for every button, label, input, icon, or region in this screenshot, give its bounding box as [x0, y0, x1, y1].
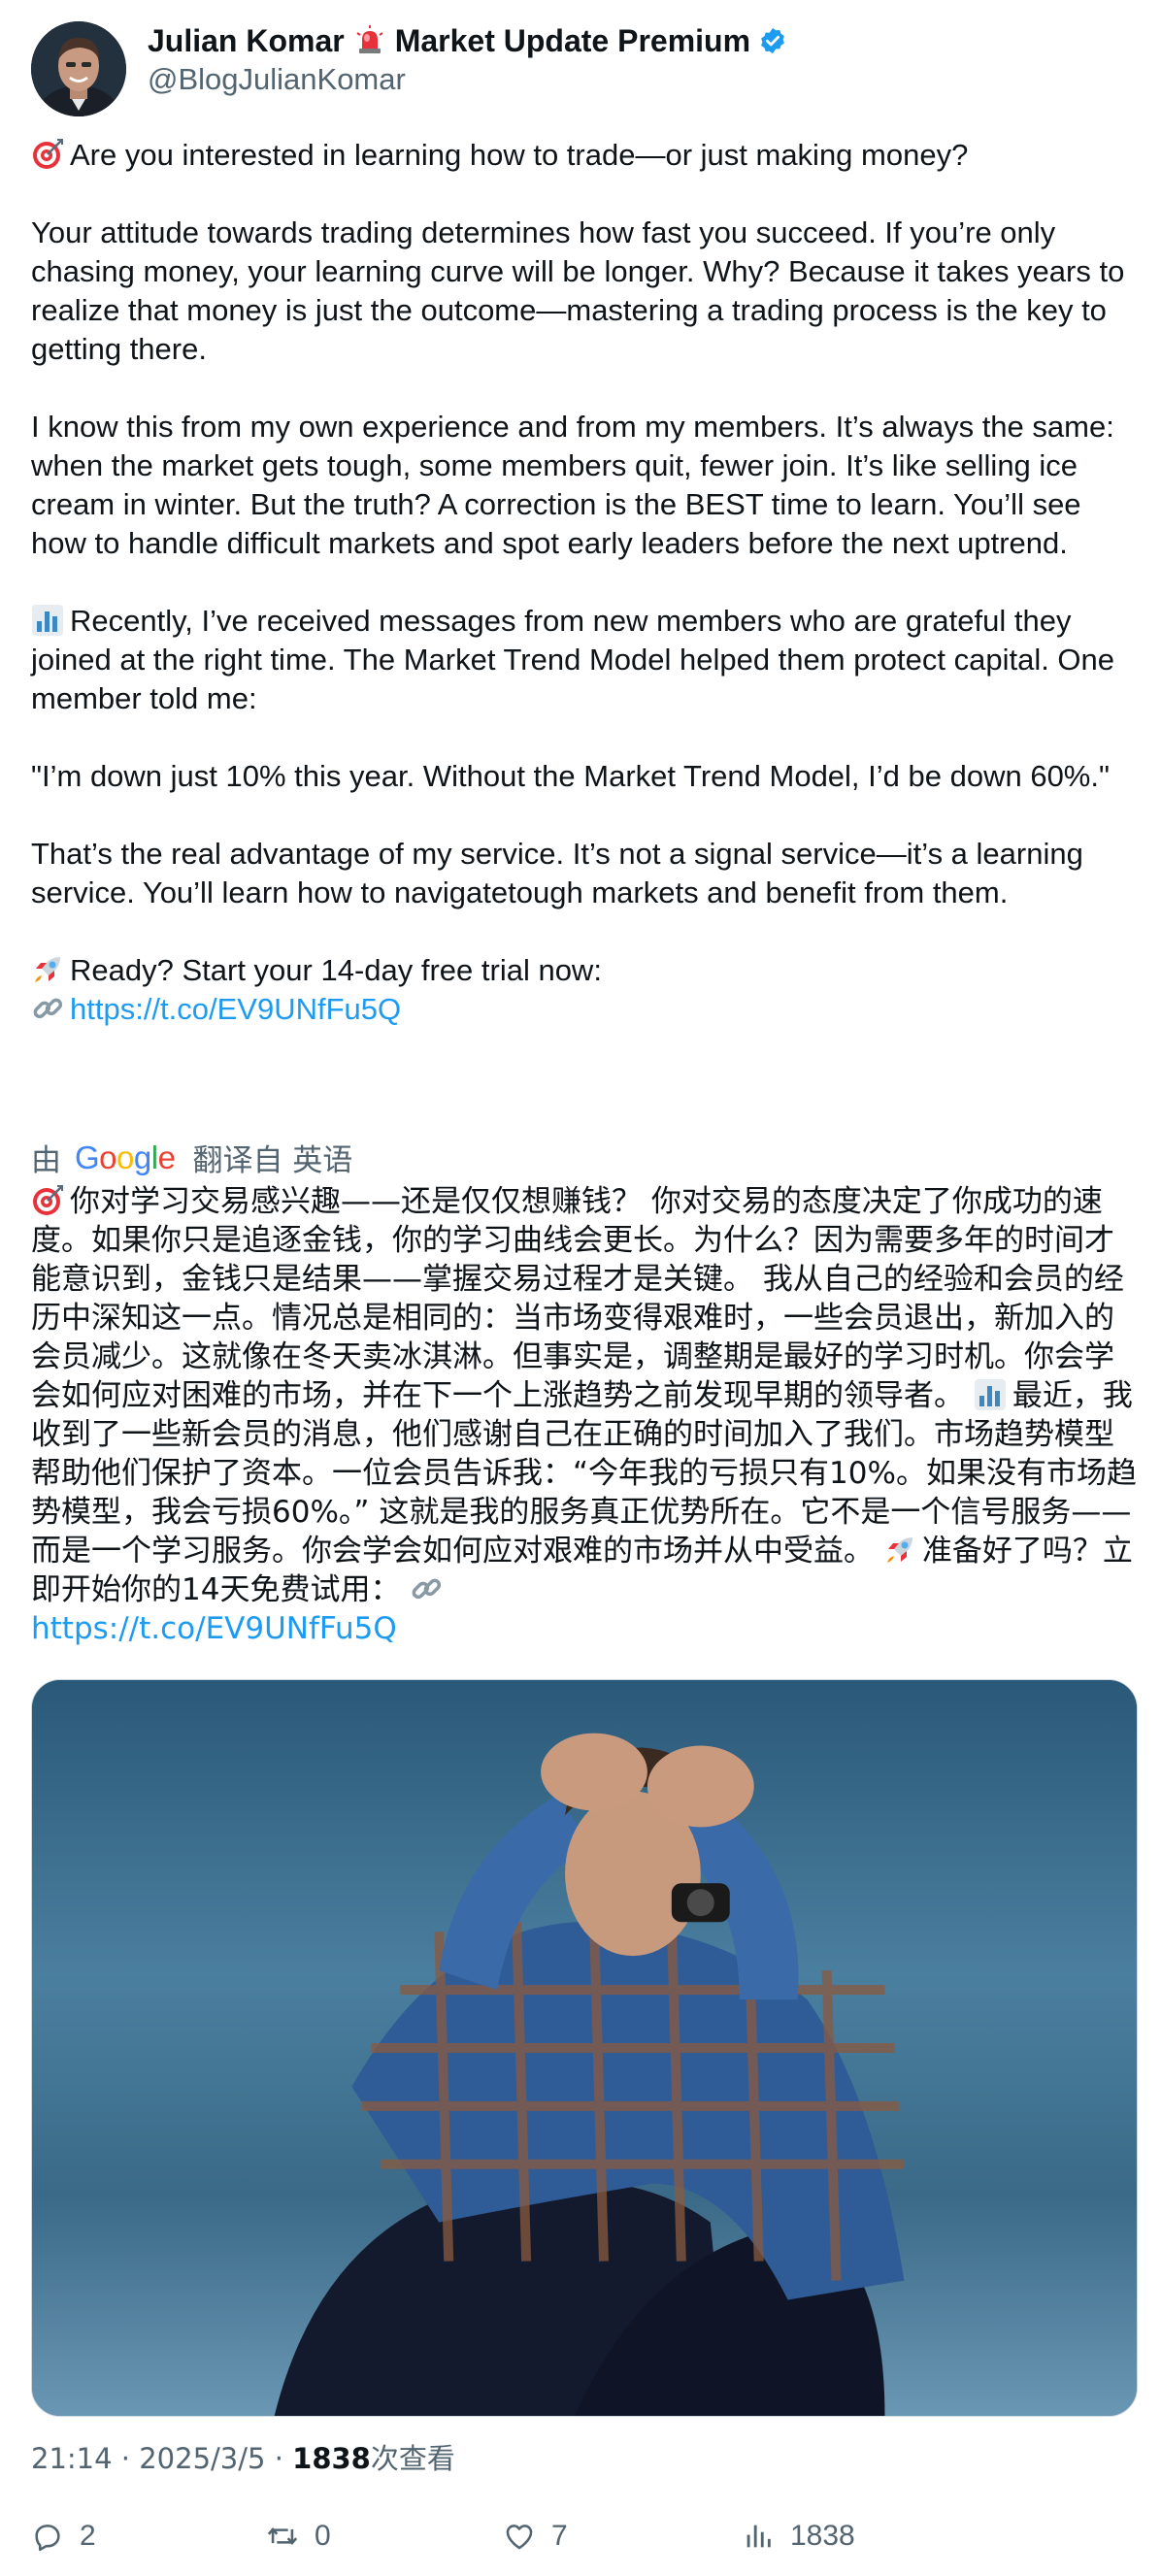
retweet-button[interactable]: 0: [266, 2520, 331, 2553]
tweet-link-line: https://t.co/EV9UNfFu5Q: [31, 990, 1138, 1029]
retweet-icon: [267, 2526, 298, 2546]
author-info: Julian Komar Market Update Premium @Blog…: [148, 21, 787, 99]
like-count: 7: [551, 2520, 568, 2552]
translated-text-part1: 你对学习交易感兴趣——还是仅仅想赚钱？ 你对交易的态度决定了你成功的速度。如果你…: [31, 1184, 1124, 1413]
link-icon: [412, 1578, 442, 1600]
tweet-body: Are you interested in learning how to tr…: [31, 136, 1138, 1029]
rocket-icon: [35, 957, 60, 982]
tweet-page: Julian Komar Market Update Premium @Blog…: [0, 0, 1161, 2576]
avatar[interactable]: [31, 21, 126, 116]
author-handle[interactable]: @BlogJulianKomar: [148, 60, 787, 99]
display-name-part1: Julian Komar: [148, 23, 345, 58]
like-button[interactable]: 7: [503, 2520, 568, 2553]
bar-chart-icon: [974, 1379, 1006, 1410]
link-icon: [33, 998, 63, 1019]
tweet-paragraph: "I’m down just 10% this year. Without th…: [31, 759, 1110, 793]
translated-body: 你对学习交易感兴趣——还是仅仅想赚钱？ 你对交易的态度决定了你成功的速度。如果你…: [31, 1182, 1138, 1648]
tweet-line-7: Ready? Start your 14-day free trial now:: [70, 953, 602, 987]
display-name[interactable]: Julian Komar Market Update Premium: [148, 21, 787, 60]
tweet-line-1: Are you interested in learning how to tr…: [70, 138, 969, 172]
display-name-part2: Market Update Premium: [394, 23, 751, 58]
tweet-paragraph: Ready? Start your 14-day free trial now:: [31, 951, 1138, 990]
verified-icon: [761, 27, 784, 54]
tweet-meta: 21:14 · 2025/3/5 · 1838次查看: [31, 2439, 455, 2478]
tweet-paragraph: Your attitude towards trading determines…: [31, 215, 1125, 366]
tweet-paragraph: I know this from my own experience and f…: [31, 410, 1114, 560]
translated-trial-link[interactable]: https://t.co/EV9UNfFu5Q: [31, 1611, 397, 1646]
translation-suffix: 翻译自 英语: [192, 1143, 353, 1178]
tweet-line-4: Recently, I’ve received messages from ne…: [31, 604, 1115, 715]
views-count: 1838: [292, 2442, 371, 2475]
action-bar: 2 0 7 1838: [31, 2520, 1138, 2559]
tweet-paragraph: Recently, I’ve received messages from ne…: [31, 602, 1138, 718]
tweet-paragraph: Are you interested in learning how to tr…: [31, 136, 1138, 175]
tweet-paragraph: That’s the real advantage of my service.…: [31, 837, 1083, 909]
views-action-count: 1838: [790, 2520, 855, 2552]
retweet-count: 0: [315, 2520, 331, 2552]
target-icon: [33, 139, 63, 169]
bar-chart-icon: [32, 605, 63, 636]
rocket-icon: [886, 1537, 912, 1563]
analytics-icon: [746, 2525, 771, 2548]
heart-icon: [506, 2525, 533, 2550]
tweet-photo[interactable]: [31, 1679, 1138, 2417]
reply-icon: [35, 2525, 60, 2552]
target-icon: [33, 1185, 63, 1215]
translation-prefix: 由: [31, 1143, 61, 1178]
translation-attribution[interactable]: 由 Google 翻译自 英语: [31, 1136, 352, 1179]
reply-button[interactable]: 2: [31, 2520, 96, 2553]
trial-link[interactable]: https://t.co/EV9UNfFu5Q: [70, 992, 401, 1026]
views-label: 次查看: [370, 2442, 455, 2475]
views-button[interactable]: 1838: [742, 2520, 855, 2553]
google-logo: Google: [75, 1139, 176, 1175]
timestamp[interactable]: 21:14 · 2025/3/5 ·: [31, 2442, 292, 2475]
siren-icon: [356, 25, 383, 53]
tweet-header: Julian Komar Market Update Premium @Blog…: [31, 21, 787, 116]
reply-count: 2: [80, 2520, 96, 2552]
